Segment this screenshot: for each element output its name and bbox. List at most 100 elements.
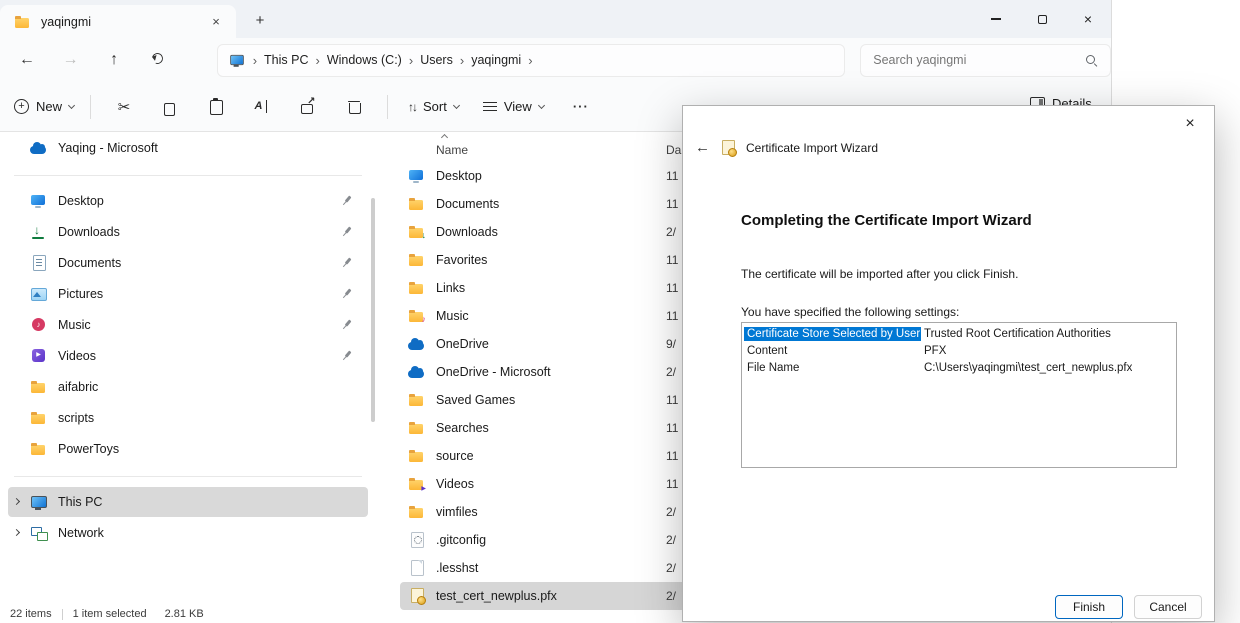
finish-button[interactable]: Finish [1055, 595, 1123, 619]
setting-key: File Name [744, 361, 921, 375]
dialog-close-icon[interactable]: × [1176, 112, 1204, 136]
sidebar-item-pictures[interactable]: Pictures [8, 279, 368, 309]
item-count: 22 items [10, 608, 52, 620]
chevron-right-icon: › [528, 53, 532, 68]
sidebar-item-label: Videos [58, 349, 96, 363]
file-name: vimfiles [436, 505, 478, 519]
sidebar-scrollbar[interactable] [371, 198, 375, 422]
explorer-tab[interactable]: yaqingmi × [0, 5, 236, 38]
sidebar-item-downloads[interactable]: Downloads [8, 217, 368, 247]
chevron-right-icon: › [315, 53, 319, 68]
forward-button[interactable]: → [62, 51, 80, 69]
more-options-icon[interactable]: ··· [570, 99, 592, 114]
new-tab-button[interactable]: + [248, 9, 272, 33]
breadcrumb-item-users[interactable]: Users [420, 53, 453, 67]
copy-icon[interactable] [159, 100, 181, 114]
sidebar-item-videos[interactable]: Videos [8, 341, 368, 371]
close-button[interactable]: × [1065, 0, 1111, 38]
file-name: Saved Games [436, 393, 515, 407]
sidebar-item-music[interactable]: Music [8, 310, 368, 340]
certificate-wizard-icon [719, 140, 737, 156]
breadcrumb: This PC›Windows (C:)›Users›yaqingmi› [264, 53, 540, 68]
folder-icon [408, 504, 426, 520]
sidebar-item-powertoys[interactable]: PowerToys [8, 434, 368, 464]
file-item-test-cert-newplus-pfx[interactable]: test_cert_newplus.pfx2/ [400, 582, 700, 610]
setting-key: Certificate Store Selected by User [744, 327, 921, 341]
up-button[interactable]: ↑ [105, 51, 123, 69]
videos-icon [30, 348, 48, 364]
refresh-button[interactable] [149, 51, 167, 69]
breadcrumb-item-yaqingmi[interactable]: yaqingmi [471, 53, 521, 67]
file-item-documents[interactable]: Documents11 [400, 190, 700, 218]
back-arrow-icon[interactable]: ← [695, 139, 710, 156]
folder-icon [408, 448, 426, 464]
delete-icon[interactable] [343, 100, 365, 114]
sort-ascending-icon [441, 134, 448, 141]
settings-listview[interactable]: Certificate Store Selected by UserTruste… [741, 322, 1177, 468]
file-item-onedrive[interactable]: OneDrive9/ [400, 330, 700, 358]
minimize-button[interactable] [973, 0, 1019, 38]
paste-icon[interactable] [205, 99, 227, 114]
sort-button[interactable]: ↑↓ Sort [408, 99, 459, 114]
sidebar-item-aifabric[interactable]: aifabric [8, 372, 368, 402]
wizard-body-text: The certificate will be imported after y… [741, 267, 1018, 281]
file-item-gitconfig[interactable]: .gitconfig2/ [400, 526, 700, 554]
folder-down-icon: ↓ [408, 224, 426, 240]
toolbar-divider [387, 95, 388, 119]
selection-count: 1 item selected [73, 608, 147, 620]
pin-icon [338, 193, 354, 209]
setting-row-file-name[interactable]: File NameC:\Users\yaqingmi\test_cert_new… [742, 359, 1176, 376]
file-item-downloads[interactable]: ↓Downloads2/ [400, 218, 700, 246]
setting-row-content[interactable]: ContentPFX [742, 342, 1176, 359]
file-item-desktop[interactable]: Desktop11 [400, 162, 700, 190]
file-item-saved-games[interactable]: Saved Games11 [400, 386, 700, 414]
wizard-heading: Completing the Certificate Import Wizard [741, 212, 1032, 229]
search-box[interactable]: Search yaqingmi [860, 44, 1111, 77]
toolbar-divider [90, 95, 91, 119]
chevron-down-icon [538, 101, 545, 108]
folder-icon [408, 280, 426, 296]
file-item-music[interactable]: ♪Music11 [400, 302, 700, 330]
breadcrumb-item-windows-c[interactable]: Windows (C:) [327, 53, 402, 67]
file-item-source[interactable]: source11 [400, 442, 700, 470]
rename-icon[interactable] [251, 100, 273, 114]
file-item-onedrive-microsoft[interactable]: OneDrive - Microsoft2/ [400, 358, 700, 386]
onedrive-cloud-icon [30, 140, 48, 156]
sidebar-item-onedrive[interactable]: Yaqing - Microsoft [8, 133, 368, 163]
search-icon [1085, 54, 1098, 67]
tab-close-icon[interactable]: × [206, 12, 226, 32]
file-item-links[interactable]: Links11 [400, 274, 700, 302]
file-item-videos[interactable]: ▶Videos11 [400, 470, 700, 498]
new-button[interactable]: + New [14, 99, 74, 114]
maximize-button[interactable] [1019, 0, 1065, 38]
file-item-vimfiles[interactable]: vimfiles2/ [400, 498, 700, 526]
file-item-searches[interactable]: Searches11 [400, 414, 700, 442]
back-button[interactable]: ← [18, 51, 36, 69]
file-item-favorites[interactable]: Favorites11 [400, 246, 700, 274]
folder-icon [408, 420, 426, 436]
cut-icon[interactable]: ✂ [113, 98, 135, 116]
file-item-lesshst[interactable]: .lesshst2/ [400, 554, 700, 582]
sidebar-item-this-pc[interactable]: This PC [8, 487, 368, 517]
sort-arrows-icon: ↑↓ [408, 100, 416, 114]
wizard-header: ← Certificate Import Wizard [695, 139, 878, 156]
file-name: OneDrive - Microsoft [436, 365, 551, 379]
column-header-name[interactable]: Name [436, 143, 468, 157]
sidebar-item-label: Pictures [58, 287, 103, 301]
sidebar-item-scripts[interactable]: scripts [8, 403, 368, 433]
sidebar-item-desktop[interactable]: Desktop [8, 186, 368, 216]
share-icon[interactable] [297, 99, 319, 114]
setting-value: Trusted Root Certification Authorities [921, 328, 1111, 340]
setting-row-certificate-store-selected-by-user[interactable]: Certificate Store Selected by UserTruste… [742, 325, 1176, 342]
pin-icon [338, 224, 354, 240]
cancel-button[interactable]: Cancel [1134, 595, 1202, 619]
file-name: Links [436, 281, 465, 295]
sidebar-item-network[interactable]: Network [8, 518, 368, 548]
sidebar-item-label: Desktop [58, 194, 104, 208]
breadcrumb-item-this-pc[interactable]: This PC [264, 53, 308, 67]
folder-icon [408, 196, 426, 212]
sidebar-item-documents[interactable]: Documents [8, 248, 368, 278]
address-bar[interactable]: › This PC›Windows (C:)›Users›yaqingmi› [217, 44, 846, 77]
setting-value: C:\Users\yaqingmi\test_cert_newplus.pfx [921, 362, 1132, 374]
view-button[interactable]: View [483, 99, 544, 114]
